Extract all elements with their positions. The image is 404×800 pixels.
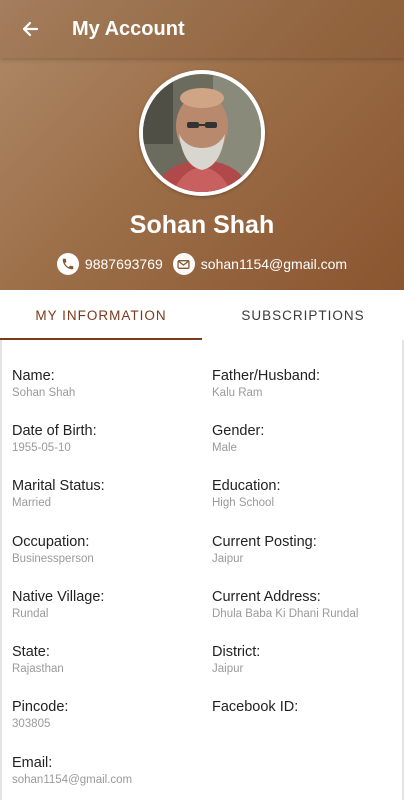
field-label: Father/Husband:	[212, 368, 321, 384]
field-value: Dhula Baba Ki Dhani Rundal	[212, 608, 359, 620]
tab-my-information[interactable]: MY INFORMATION	[0, 290, 202, 340]
field-value: Married	[12, 497, 51, 509]
field-label: District:	[212, 644, 261, 660]
field-label: Gender:	[212, 423, 265, 439]
field-value: 1955-05-10	[12, 442, 71, 454]
info-state: State: Rajasthan	[12, 644, 64, 676]
contact-row: 9887693769 sohan1154@gmail.com	[0, 252, 404, 276]
field-value: High School	[212, 497, 275, 509]
field-value: Jaipur	[212, 663, 244, 675]
email-contact[interactable]: sohan1154@gmail.com	[172, 253, 348, 275]
info-current-address: Current Address: Dhula Baba Ki Dhani Run…	[212, 589, 358, 621]
field-label: Current Posting:	[212, 534, 317, 550]
field-value: Businessperson	[12, 553, 94, 565]
mail-icon	[172, 253, 195, 275]
tab-subscriptions[interactable]: SUBSCRIPTIONS	[202, 290, 404, 340]
info-gender: Gender: Male	[212, 423, 264, 455]
field-value: Male	[212, 442, 237, 454]
profile-name: Sohan Shah	[129, 211, 275, 239]
field-value: 303805	[12, 718, 51, 730]
info-native-village: Native Village: Rundal	[12, 589, 104, 621]
field-label: Current Address:	[212, 589, 321, 605]
info-pincode: Pincode: 303805	[12, 699, 68, 731]
info-dob: Date of Birth: 1955-05-10	[12, 423, 97, 455]
field-label: Email:	[12, 755, 53, 771]
tab-bar: MY INFORMATION SUBSCRIPTIONS	[0, 290, 404, 340]
field-label: Name:	[12, 368, 55, 384]
field-value: Rajasthan	[12, 663, 64, 675]
app-bar: My Account	[0, 0, 404, 58]
phone-icon	[56, 253, 79, 275]
info-education: Education: High School	[212, 478, 281, 510]
field-value: Kalu Ram	[212, 387, 263, 399]
field-label: Facebook ID:	[212, 699, 299, 715]
information-panel: Name: Sohan Shah Father/Husband: Kalu Ra…	[0, 340, 404, 800]
field-value: Jaipur	[212, 553, 244, 565]
field-label: Education:	[212, 478, 281, 494]
field-label: Native Village:	[12, 589, 105, 605]
back-button[interactable]	[18, 17, 42, 41]
field-label: Marital Status:	[12, 478, 105, 494]
phone-contact[interactable]: 9887693769	[56, 253, 163, 275]
field-value: sohan1154@gmail.com	[12, 774, 133, 786]
avatar-frame	[139, 70, 265, 196]
field-label: Pincode:	[12, 699, 69, 715]
info-name: Name: Sohan Shah	[12, 368, 75, 400]
arrow-left-icon	[22, 21, 39, 37]
info-marital-status: Marital Status: Married	[12, 478, 105, 510]
info-facebook-id: Facebook ID:	[212, 699, 298, 717]
info-district: District: Jaipur	[212, 644, 260, 676]
info-email: Email: sohan1154@gmail.com	[12, 755, 132, 787]
field-value: Rundal	[12, 608, 49, 620]
info-current-posting: Current Posting: Jaipur	[212, 534, 317, 566]
profile-header: My Account Sohan Shah 9887693769 sohan11…	[0, 0, 404, 290]
page-title: My Account	[72, 17, 185, 40]
email-address: sohan1154@gmail.com	[200, 256, 348, 272]
avatar[interactable]	[143, 74, 261, 192]
phone-number: 9887693769	[84, 256, 163, 272]
info-father-husband: Father/Husband: Kalu Ram	[212, 368, 320, 400]
field-label: Occupation:	[12, 534, 90, 550]
field-value: Sohan Shah	[12, 387, 76, 399]
field-label: Date of Birth:	[12, 423, 97, 439]
field-label: State:	[12, 644, 50, 660]
info-occupation: Occupation: Businessperson	[12, 534, 94, 566]
avatar-photo	[143, 74, 261, 192]
